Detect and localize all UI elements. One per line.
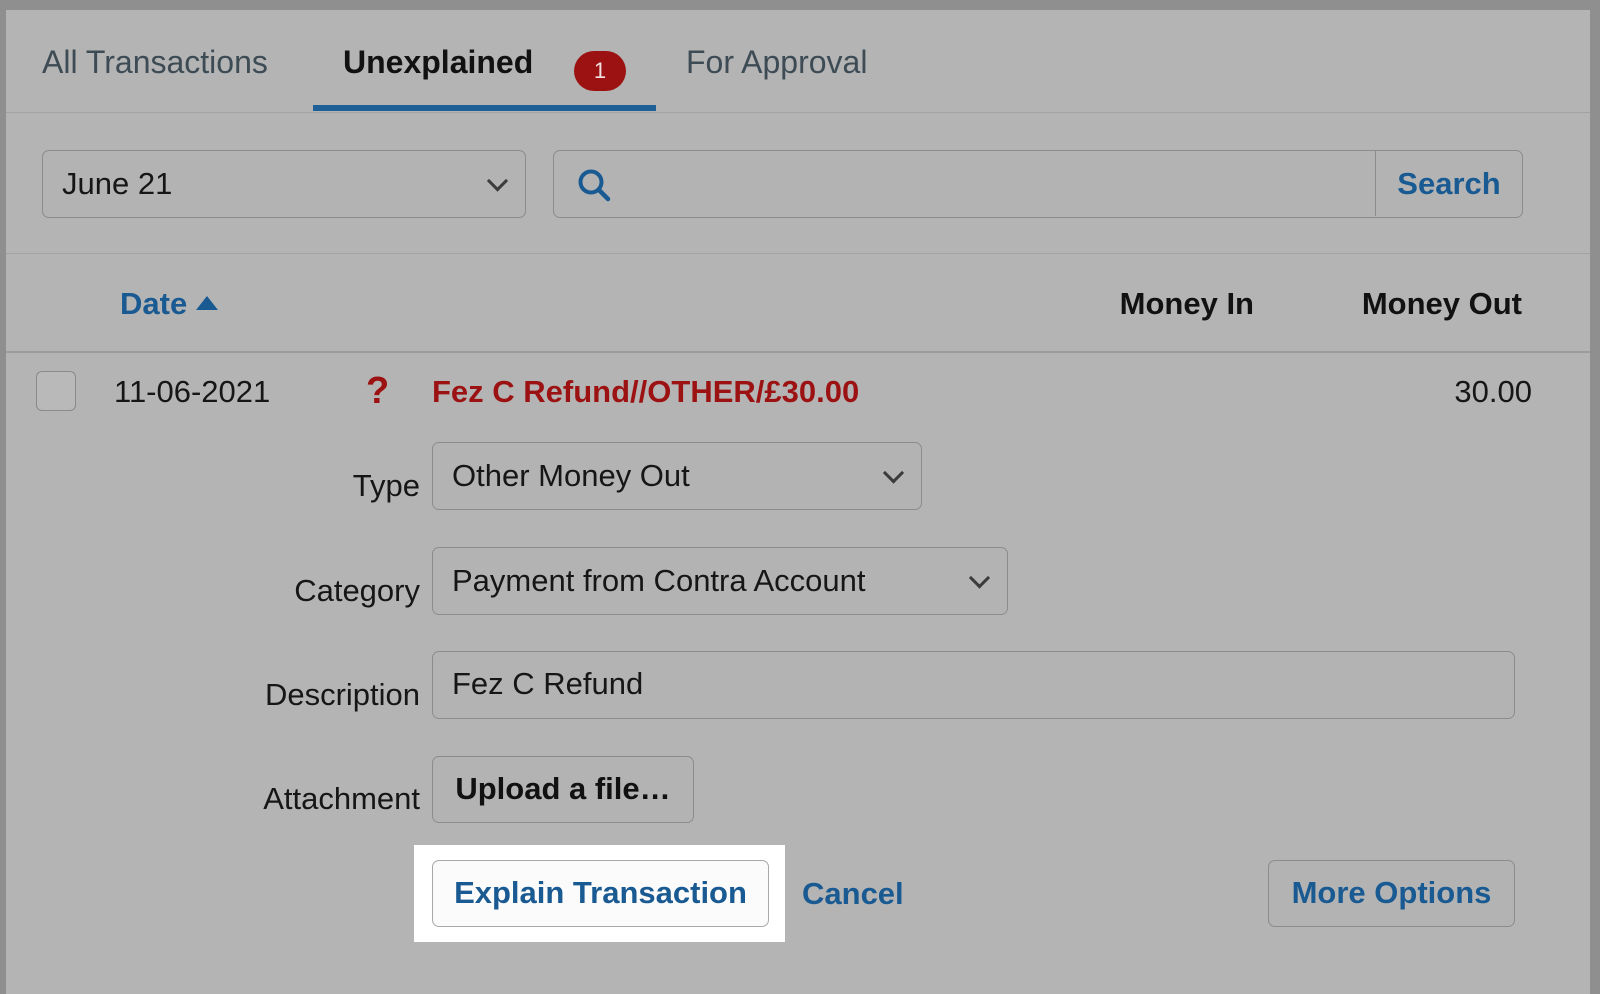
tab-all-transactions[interactable]: All Transactions bbox=[42, 44, 268, 81]
month-select[interactable]: June 21 bbox=[42, 150, 526, 218]
search-box: Search bbox=[553, 150, 1523, 218]
transaction-description[interactable]: Fez C Refund//OTHER/£30.00 bbox=[432, 374, 859, 410]
chevron-down-icon bbox=[968, 567, 991, 589]
month-select-value: June 21 bbox=[62, 166, 173, 201]
category-select-value: Payment from Contra Account bbox=[452, 563, 866, 598]
type-label: Type bbox=[352, 468, 420, 503]
type-select[interactable]: Other Money Out bbox=[432, 442, 922, 510]
chevron-down-icon bbox=[486, 170, 509, 192]
transaction-money-out: 30.00 bbox=[1454, 374, 1532, 409]
row-select-checkbox[interactable] bbox=[36, 371, 76, 411]
category-label: Category bbox=[294, 573, 420, 608]
tab-for-approval[interactable]: For Approval bbox=[686, 44, 867, 81]
upload-file-button[interactable]: Upload a file… bbox=[432, 756, 694, 823]
unexplained-count-badge: 1 bbox=[574, 51, 626, 91]
unexplained-question-icon: ? bbox=[366, 370, 390, 412]
money-out-column-header: Money Out bbox=[1361, 286, 1522, 321]
active-tab-indicator bbox=[313, 105, 656, 111]
description-field[interactable]: Fez C Refund bbox=[432, 651, 1515, 719]
explain-transaction-button[interactable]: Explain Transaction bbox=[432, 860, 769, 927]
date-column-header[interactable]: Date bbox=[120, 286, 187, 322]
explain-button-highlight: Explain Transaction bbox=[414, 845, 785, 942]
tab-unexplained[interactable]: Unexplained bbox=[343, 44, 533, 81]
search-button[interactable]: Search bbox=[1375, 151, 1522, 216]
more-options-button[interactable]: More Options bbox=[1268, 860, 1515, 927]
category-select[interactable]: Payment from Contra Account bbox=[432, 547, 1008, 615]
table-header: Date Money In Money Out bbox=[6, 254, 1590, 353]
cancel-link[interactable]: Cancel bbox=[802, 876, 904, 912]
chevron-down-icon bbox=[882, 462, 905, 484]
search-icon bbox=[578, 169, 611, 202]
description-label: Description bbox=[264, 677, 420, 712]
attachment-label: Attachment bbox=[263, 781, 420, 816]
money-in-column-header: Money In bbox=[1119, 286, 1254, 321]
tab-bar: All Transactions Unexplained 1 For Appro… bbox=[6, 10, 1590, 113]
type-select-value: Other Money Out bbox=[452, 458, 690, 493]
transaction-date: 11-06-2021 bbox=[114, 374, 271, 409]
filter-bar: June 21 Search bbox=[6, 113, 1590, 254]
sort-ascending-icon[interactable] bbox=[196, 296, 218, 310]
search-input[interactable] bbox=[626, 155, 1370, 213]
